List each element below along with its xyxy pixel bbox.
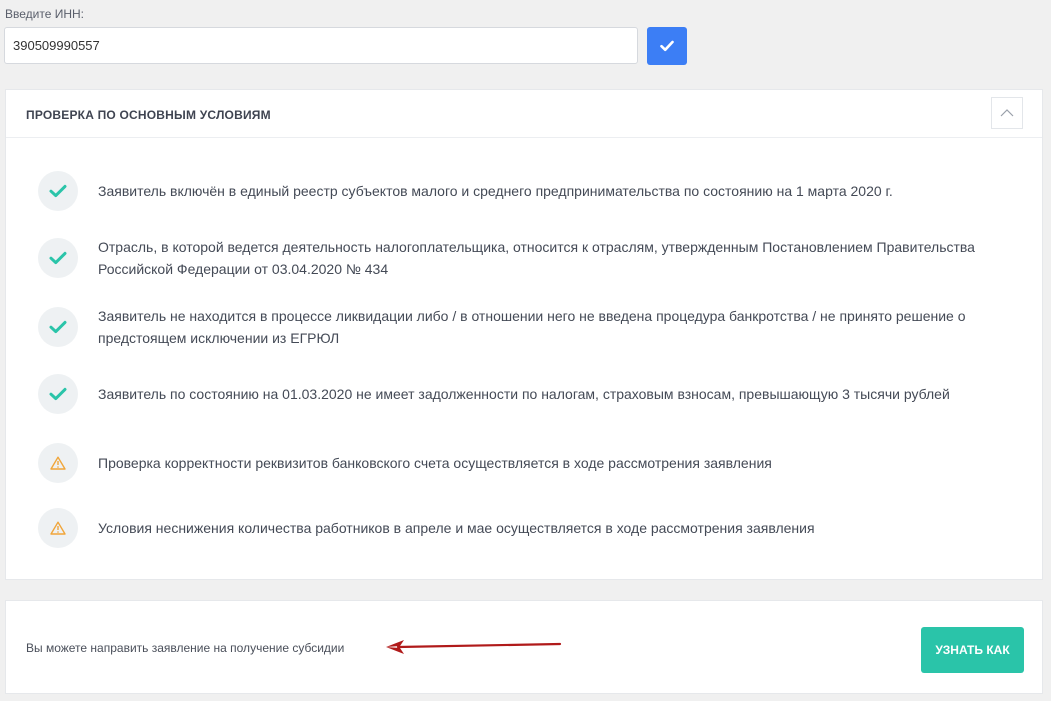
check-icon: [49, 184, 67, 198]
condition-text: Условия неснижения количества работников…: [98, 520, 815, 536]
subsidy-card: Вы можете направить заявление на получен…: [5, 600, 1043, 694]
check-icon: [49, 320, 67, 334]
subsidy-text: Вы можете направить заявление на получен…: [26, 641, 345, 655]
check-icon: [49, 387, 67, 401]
condition-item: Заявитель по состоянию на 01.03.2020 не …: [38, 374, 1028, 414]
condition-text: Отрасль, в которой ведется деятельность …: [98, 239, 975, 277]
condition-text: Заявитель включён в единый реестр субъек…: [98, 183, 893, 199]
confirm-inn-button[interactable]: [647, 27, 687, 65]
condition-text: Проверка корректности реквизитов банковс…: [98, 455, 772, 471]
conditions-card: ПРОВЕРКА ПО ОСНОВНЫМ УСЛОВИЯМ Заявитель …: [5, 89, 1043, 580]
collapse-button[interactable]: [991, 97, 1023, 129]
condition-status: [38, 171, 78, 211]
warning-icon: [50, 521, 66, 535]
condition-status: [38, 307, 78, 347]
condition-text: Заявитель не находится в процессе ликвид…: [98, 308, 966, 346]
conditions-title: ПРОВЕРКА ПО ОСНОВНЫМ УСЛОВИЯМ: [26, 108, 271, 122]
conditions-card-header: ПРОВЕРКА ПО ОСНОВНЫМ УСЛОВИЯМ: [6, 90, 1042, 138]
learn-how-button[interactable]: УЗНАТЬ КАК: [921, 627, 1024, 673]
inn-input[interactable]: [4, 27, 638, 64]
arrow-left-icon: [386, 640, 562, 654]
condition-item: Заявитель включён в единый реестр субъек…: [38, 171, 1028, 211]
condition-status: [38, 443, 78, 483]
condition-text: Заявитель по состоянию на 01.03.2020 не …: [98, 386, 950, 402]
condition-item: Проверка корректности реквизитов банковс…: [38, 443, 1028, 483]
condition-status: [38, 374, 78, 414]
warning-icon: [50, 456, 66, 470]
condition-status: [38, 238, 78, 278]
check-icon: [660, 40, 674, 52]
condition-status: [38, 508, 78, 548]
condition-item: Отрасль, в которой ведется деятельность …: [38, 236, 1028, 280]
inn-label: Введите ИНН:: [5, 7, 85, 21]
condition-item: Условия неснижения количества работников…: [38, 508, 1028, 548]
chevron-up-icon: [1000, 109, 1014, 117]
condition-item: Заявитель не находится в процессе ликвид…: [38, 305, 1028, 349]
check-icon: [49, 251, 67, 265]
